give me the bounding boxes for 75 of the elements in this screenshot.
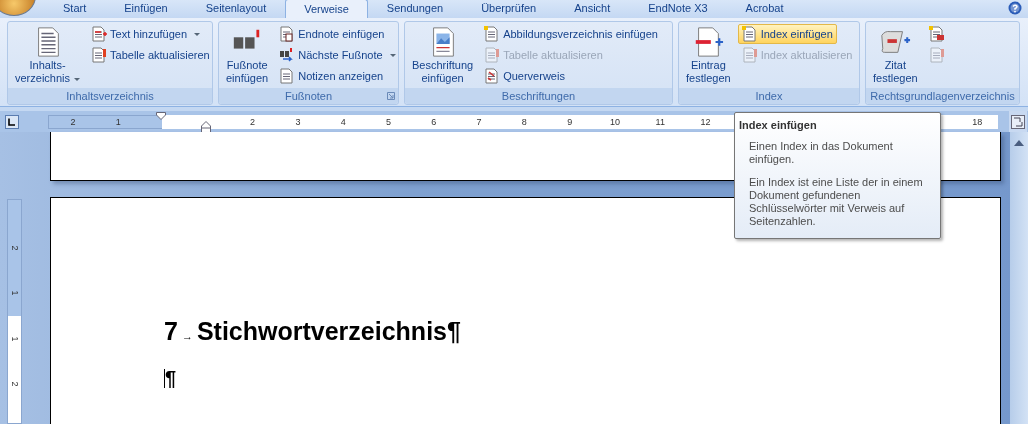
ruler-number: 1: [9, 336, 20, 342]
text-cursor: [164, 368, 165, 388]
ruler-number: 2: [70, 116, 76, 127]
citation-list-icon: [928, 26, 945, 42]
text-add-icon: [91, 26, 108, 42]
ribbon-tab[interactable]: Seitenlayout: [186, 0, 286, 15]
next-footnote-icon: [279, 47, 296, 63]
ruler-number: 18: [972, 116, 983, 127]
ribbon-tab[interactable]: Acrobat: [726, 0, 803, 15]
ribbon-tab[interactable]: Ansicht: [555, 0, 630, 15]
ribbon-tab[interactable]: EndNote X3: [629, 0, 727, 15]
heading-text: Stichwortverzeichnis: [196, 317, 447, 346]
ruler-number: 1: [9, 290, 20, 296]
ribbon-button[interactable]: Endnote einfügen: [275, 24, 389, 44]
ruler-number: 3: [295, 116, 301, 127]
ruler-number: 2: [9, 245, 20, 251]
ruler-number: 4: [340, 116, 346, 127]
ribbon-tab[interactable]: Start: [44, 0, 106, 15]
group-label: Rechtsgrundlagenverzeichnis: [870, 90, 1015, 102]
ribbon-tab[interactable]: Verweise: [285, 0, 368, 18]
ruler-number: 7: [476, 116, 482, 127]
ribbon-button[interactable]: Index einfügen: [737, 24, 837, 44]
ruler-number: 8: [521, 116, 527, 127]
tab-selector-icon[interactable]: [5, 114, 19, 129]
ribbon-tab[interactable]: Überprüfen: [462, 0, 556, 15]
ribbon-button[interactable]: Fußnote einfügen: [222, 23, 273, 88]
group-label: Inhaltsverzeichnis: [66, 90, 154, 102]
tooltip-text: Ein Index ist eine Liste der in einem Dokument gefundenen Schlüsselwörter mit Verweis auf Seitenzahlen.: [749, 176, 924, 228]
ruler-number: 5: [386, 116, 391, 127]
index-icon: [741, 26, 758, 42]
group-label: Fußnoten: [284, 90, 333, 102]
notes-icon: [279, 68, 296, 84]
ribbon-tab[interactable]: Einfügen: [105, 0, 187, 15]
tooltip-text: Einen Index in das Dokument einfügen.: [749, 140, 894, 166]
ruler-number: 12: [700, 116, 711, 127]
ribbon-button[interactable]: Eintrag festlegen: [682, 23, 735, 88]
ribbon-tab[interactable]: Sendungen: [367, 0, 463, 15]
ribbon-button[interactable]: Inhalts- verzeichnis: [11, 23, 85, 88]
help-icon[interactable]: [1008, 1, 1022, 15]
ruler-number: 2: [9, 381, 20, 387]
table-refresh-icon: [928, 47, 945, 63]
heading-number: 7: [164, 317, 178, 346]
group-label: Beschriftungen: [501, 90, 576, 102]
paragraph-mark: ¶: [447, 317, 461, 346]
ribbon-button[interactable]: Text hinzufügen: [87, 24, 205, 44]
ruler-number: 9: [567, 116, 573, 127]
tooltip-title: Index einfügen: [739, 119, 818, 131]
endnote-icon: [279, 26, 296, 42]
group-label: Index: [755, 90, 783, 102]
cross-reference-icon: [484, 68, 501, 84]
figure-list-icon: [484, 26, 501, 42]
ribbon-button[interactable]: Zitat festlegen: [869, 23, 922, 88]
ruler-number: 1: [115, 116, 121, 127]
ribbon-button[interactable]: Abbildungsverzeichnis einfügen: [480, 24, 662, 44]
ruler-number: 2: [250, 116, 256, 127]
ruler-toggle-icon[interactable]: [1011, 114, 1025, 129]
ruler-number: 11: [655, 116, 665, 127]
caret-icon: [74, 77, 81, 81]
ruler-number: 6: [431, 116, 437, 127]
indent-marker-icon[interactable]: [156, 111, 166, 120]
scroll-up-icon[interactable]: [1014, 140, 1024, 146]
caret-icon: [389, 53, 396, 57]
ruler-number: 10: [609, 116, 620, 127]
table-refresh-icon: [91, 47, 108, 63]
vertical-scrollbar[interactable]: [1010, 132, 1028, 424]
caret-icon: [194, 32, 201, 36]
tab-mark: →: [181, 330, 193, 342]
ribbon-button[interactable]: Nächste Fußnote: [275, 45, 398, 65]
paragraph-mark: ¶: [165, 368, 177, 388]
table-refresh-icon: [484, 47, 501, 63]
ribbon-button[interactable]: Notizen anzeigen: [275, 66, 388, 86]
ribbon-button[interactable]: Querverweis: [480, 66, 569, 86]
ribbon-button[interactable]: Tabelle aktualisieren: [87, 45, 212, 65]
table-refresh-icon: [741, 47, 758, 63]
ribbon-button[interactable]: Beschriftung einfügen: [408, 23, 478, 88]
